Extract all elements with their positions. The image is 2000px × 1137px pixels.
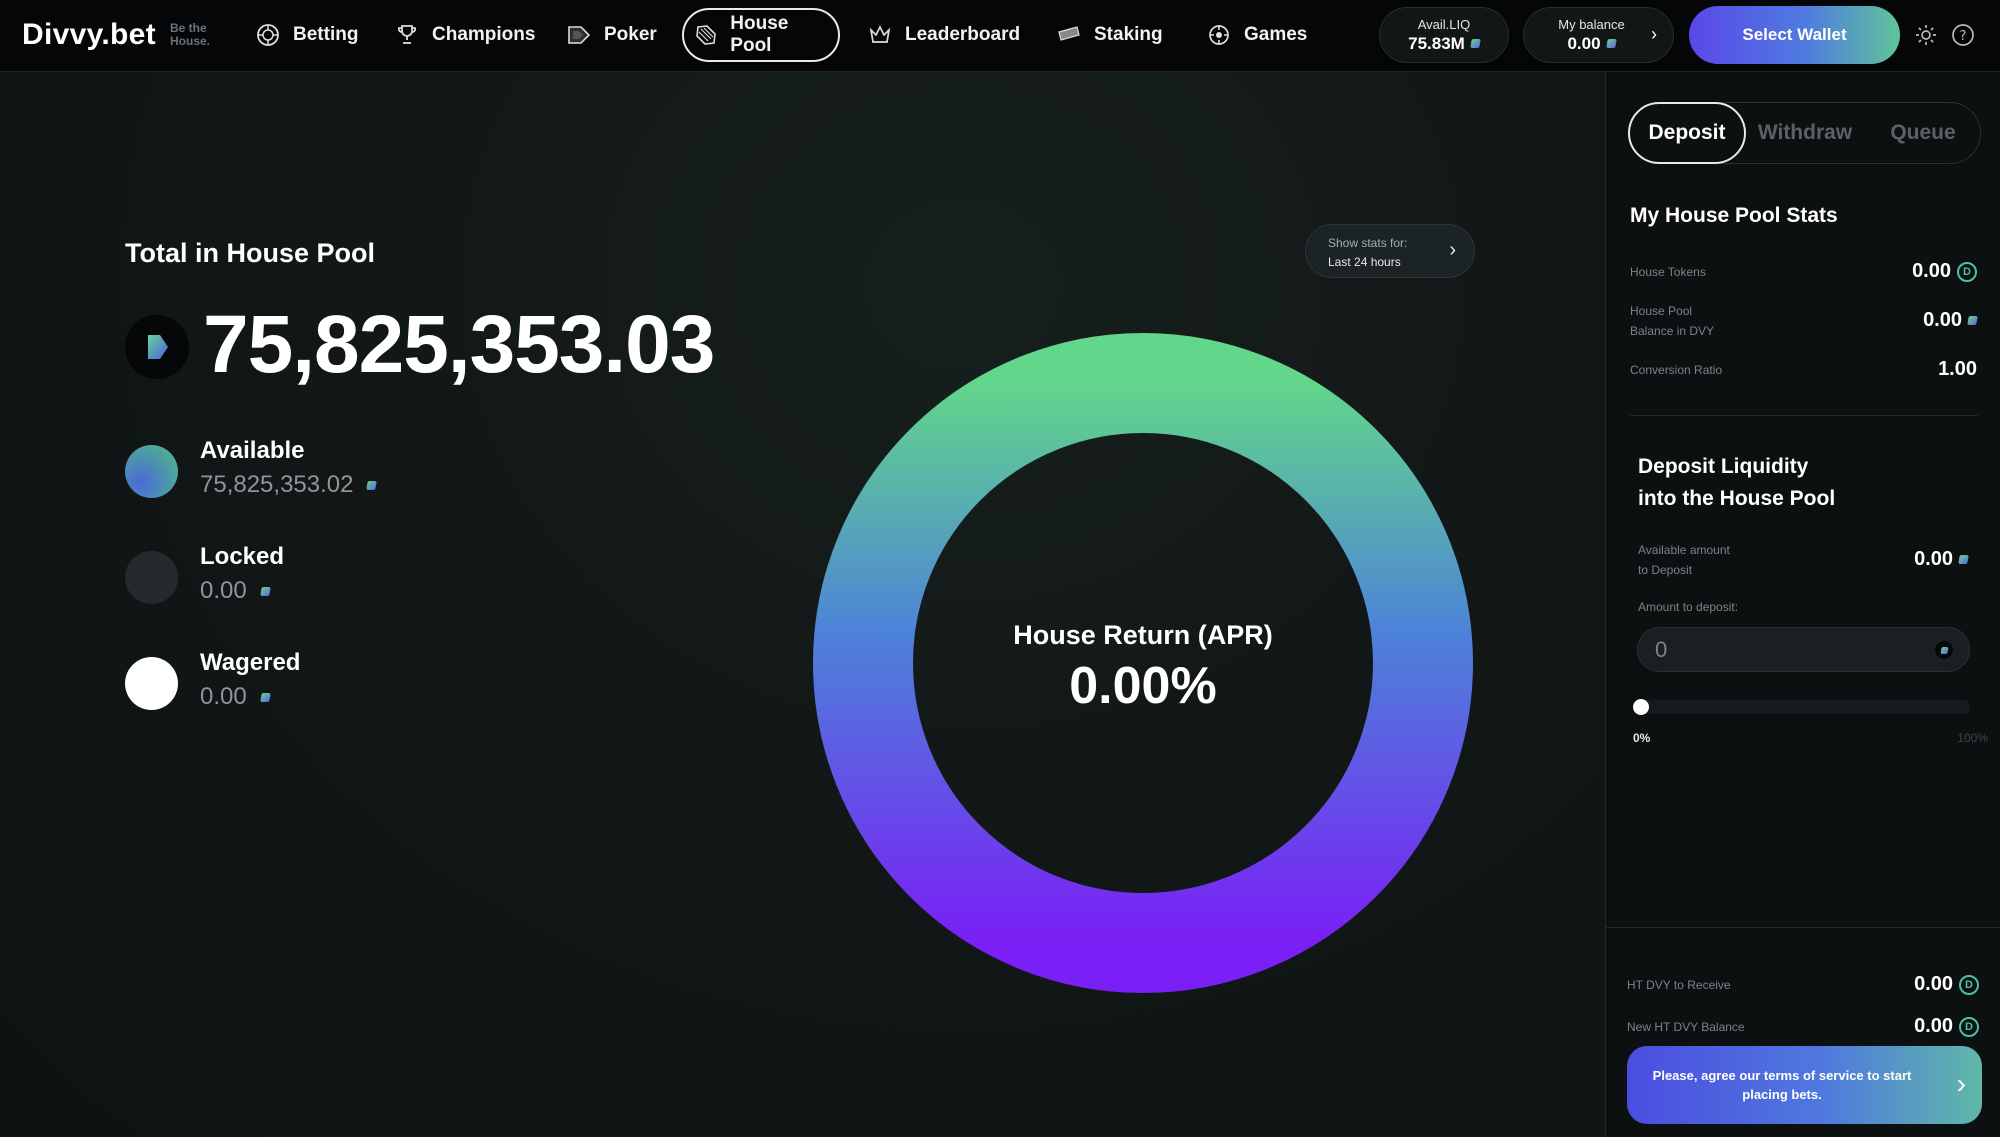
slider-max-label: 100% [1957,731,1988,745]
dvy-token-icon [1935,641,1953,659]
house-tokens-value: 0.00 [1912,260,1951,282]
locked-amount: 0.00 [200,577,247,604]
dice-icon [1206,22,1232,48]
tagline: Be the House. [170,21,211,48]
nav-champions[interactable]: Champions [384,8,545,62]
avail-liq-value: 75.83M [1408,33,1465,53]
dvy-token-icon [1470,39,1481,48]
ht-receive-value: 0.00 [1914,973,1953,995]
nav-games[interactable]: Games [1196,8,1317,62]
pool-balance-value: 0.00 [1923,309,1962,331]
available-deposit-value: 0.00 [1914,548,1953,570]
dvy-token-icon [1958,555,1969,564]
dvy-token-icon [259,586,271,596]
available-deposit-label: Available amount to Deposit [1638,543,1730,577]
house-tokens-label: House Tokens [1630,265,1706,279]
tab-group: Deposit Withdraw Queue [1628,102,1981,164]
apr-value: 0.00% [1069,657,1217,715]
select-wallet-button[interactable]: Select Wallet [1689,6,1900,64]
deposit-title: Deposit Liquidity into the House Pool [1638,455,1836,510]
amount-label: Amount to deposit: [1638,600,1739,614]
slider-handle[interactable] [1633,699,1649,715]
tab-withdraw[interactable]: Withdraw [1746,103,1864,163]
nav-poker[interactable]: Poker [556,8,667,62]
deposit-amount-input[interactable]: 0 [1637,627,1970,672]
tab-queue[interactable]: Queue [1864,103,1982,163]
svg-text:?: ? [1960,29,1967,44]
logo[interactable]: Divvy.bet [22,18,156,52]
d-badge-icon: D [1959,974,1979,995]
divider [1630,415,1978,416]
dvy-token-icon [259,692,271,702]
my-balance-value: 0.00 [1567,33,1601,53]
house-pool-icon [694,22,718,48]
wagered-swatch [125,657,178,710]
nav-betting[interactable]: Betting [245,8,368,62]
new-balance-value: 0.00 [1914,1015,1953,1037]
dvy-token-icon [366,480,378,490]
d-badge-icon: D [1959,1016,1979,1037]
conversion-ratio-label: Conversion Ratio [1630,363,1723,377]
wagered-amount: 0.00 [200,683,247,710]
ht-receive-label: HT DVY to Receive [1627,978,1731,992]
conversion-ratio-value: 1.00 [1938,358,1977,380]
slider-min-label: 0% [1633,731,1651,745]
nav-staking[interactable]: Staking [1046,8,1173,62]
chevron-right-icon: › [1651,24,1657,44]
apr-label: House Return (APR) [1013,620,1273,650]
stats-period-selector[interactable]: Show stats for: Last 24 hours › [1305,224,1475,278]
total-pool-value: 75,825,353.03 [203,299,715,390]
dvy-token-icon [1605,39,1617,48]
dvy-coin-icon [125,315,189,379]
deposit-slider[interactable] [1637,700,1970,714]
chevron-right-icon: › [1449,239,1456,261]
gear-icon[interactable] [1913,22,1939,48]
dvy-token-icon [1967,316,1978,325]
nav-house-pool[interactable]: House Pool [682,8,840,62]
d-badge-icon: D [1957,261,1977,282]
pool-balance-label: House Pool Balance in DVY [1630,304,1715,338]
chevron-right-icon: › [1956,1068,1966,1099]
top-nav-bar: Divvy.bet Be the House. Betting Champion… [0,0,2000,72]
locked-swatch [125,551,178,604]
my-balance-pill[interactable]: My balance 0.00 › [1523,7,1674,63]
new-balance-label: New HT DVY Balance [1627,1020,1745,1034]
avail-liq-pill: Avail.LIQ 75.83M [1379,7,1509,63]
roulette-wheel-icon [255,22,281,48]
agree-terms-button[interactable]: Please, agree our terms of service to st… [1627,1046,1982,1124]
trophy-icon [394,22,420,48]
pool-title: Total in House Pool [125,238,376,268]
poker-cards-icon [566,22,592,48]
tab-deposit[interactable]: Deposit [1628,102,1746,164]
divider [1606,927,2000,928]
stats-title: My House Pool Stats [1630,204,1838,227]
available-swatch [125,445,178,498]
side-panel: Deposit Withdraw Queue My House Pool Sta… [1605,72,2000,1137]
available-amount: 75,825,353.02 [200,471,354,498]
crown-icon [867,22,893,48]
help-icon[interactable]: ? [1950,22,1976,48]
nav-leaderboard[interactable]: Leaderboard [857,8,1030,62]
ticket-icon [1056,22,1082,48]
